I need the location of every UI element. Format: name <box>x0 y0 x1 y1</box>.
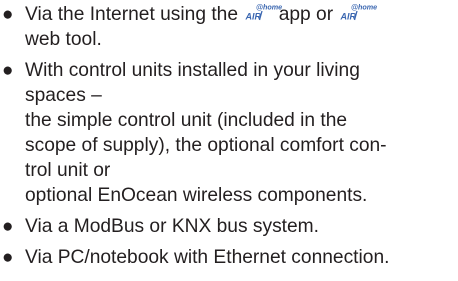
logo-superscript: @home <box>256 3 282 12</box>
list-line: Via a ModBus or KNX bus system. <box>25 216 319 237</box>
bullet-icon: ● <box>2 4 14 25</box>
logo-superscript: @home <box>351 3 377 12</box>
air-home-logo: @home AIR <box>245 3 283 22</box>
list-line: optional EnOcean wireless components. <box>25 185 368 206</box>
list-line: trol unit or <box>25 160 111 181</box>
logo-brand: AIR <box>245 12 262 22</box>
line-text-start: Via the Internet using the <box>25 4 238 25</box>
list-line: Via the Internet using the @home AIR app… <box>25 2 378 27</box>
line-text-middle: app or <box>278 4 334 25</box>
list-line: web tool. <box>25 29 102 50</box>
list-line: scope of supply), the optional comfort c… <box>25 135 387 156</box>
bullet-icon: ● <box>2 60 14 81</box>
air-home-logo-graphic: @home AIR <box>245 3 283 22</box>
logo-brand: AIR <box>340 12 357 22</box>
bullet-list: ● Via the Internet using the @home AIR a… <box>0 0 458 281</box>
list-line: Via PC/notebook with Ethernet connection… <box>25 247 390 268</box>
bullet-icon: ● <box>2 247 14 268</box>
air-home-logo: @home AIR <box>340 3 378 22</box>
list-line: spaces – <box>25 85 102 106</box>
list-line: With control units installed in your liv… <box>25 60 360 81</box>
list-line: the simple control unit (included in the <box>25 110 348 131</box>
air-home-logo-graphic: @home AIR <box>340 3 378 22</box>
bullet-icon: ● <box>2 216 14 237</box>
